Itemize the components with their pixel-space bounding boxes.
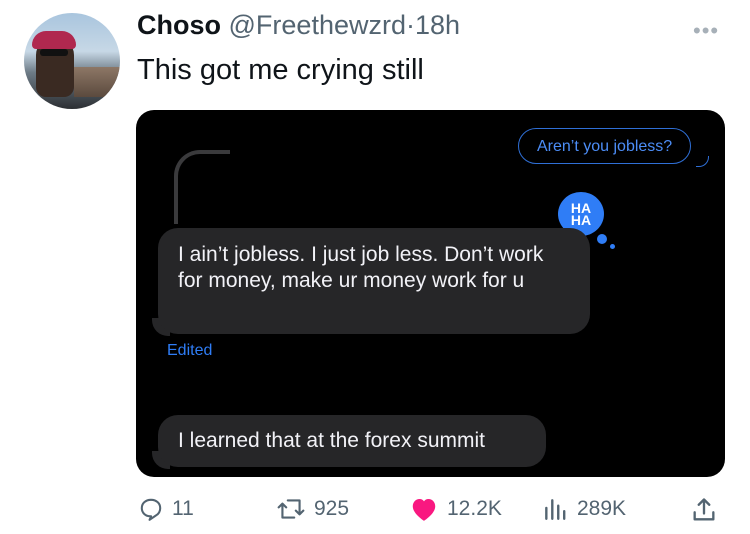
- views-chart-icon: [545, 499, 566, 520]
- avatar-glasses: [40, 49, 68, 56]
- avatar-background-rail: [74, 67, 120, 97]
- edited-label: Edited: [167, 342, 213, 359]
- avatar-cap: [32, 31, 76, 49]
- retweet-icon: [277, 499, 305, 519]
- like-button[interactable]: 12.2K: [409, 496, 502, 522]
- retweet-count: 925: [314, 497, 350, 520]
- view-count: 289K: [577, 497, 627, 520]
- separator-dot: ·: [405, 10, 415, 40]
- author-handle[interactable]: @Freethewzrd: [229, 10, 406, 40]
- avatar[interactable]: [24, 13, 120, 109]
- tapback-line-2: HA: [570, 212, 592, 228]
- incoming-message-bubble: I ain’t jobless. I just job less. Don’t …: [158, 228, 590, 334]
- incoming-message-bubble-2: I learned that at the forex summit: [158, 415, 546, 467]
- tweet-actions-bar: 11 925 12.2K 289K: [0, 496, 750, 532]
- share-icon: [693, 498, 715, 521]
- tweet-text: This got me crying still: [137, 54, 424, 86]
- retweet-button[interactable]: 925: [276, 496, 349, 522]
- author-name[interactable]: Choso: [137, 10, 221, 40]
- reply-button[interactable]: 11: [138, 496, 194, 522]
- more-options-icon[interactable]: •••: [693, 18, 719, 44]
- reply-icon: [140, 498, 162, 521]
- tweet-header: Choso @Freethewzrd·18h: [137, 10, 460, 41]
- reply-thread-line: [174, 150, 230, 224]
- tapback-dot-small: [610, 244, 615, 249]
- timestamp[interactable]: 18h: [415, 10, 460, 40]
- outgoing-bubble-tail: [696, 156, 709, 167]
- tweet-media-image[interactable]: Aren’t you jobless? HA HA I ain’t jobles…: [136, 110, 725, 477]
- reply-count: 11: [172, 497, 194, 520]
- views-button[interactable]: 289K: [541, 496, 626, 522]
- tapback-dot-large: [597, 234, 607, 244]
- heart-icon: [412, 498, 436, 521]
- like-count: 12.2K: [447, 497, 502, 520]
- outgoing-message-bubble: Aren’t you jobless?: [518, 128, 692, 164]
- share-button[interactable]: [690, 496, 726, 524]
